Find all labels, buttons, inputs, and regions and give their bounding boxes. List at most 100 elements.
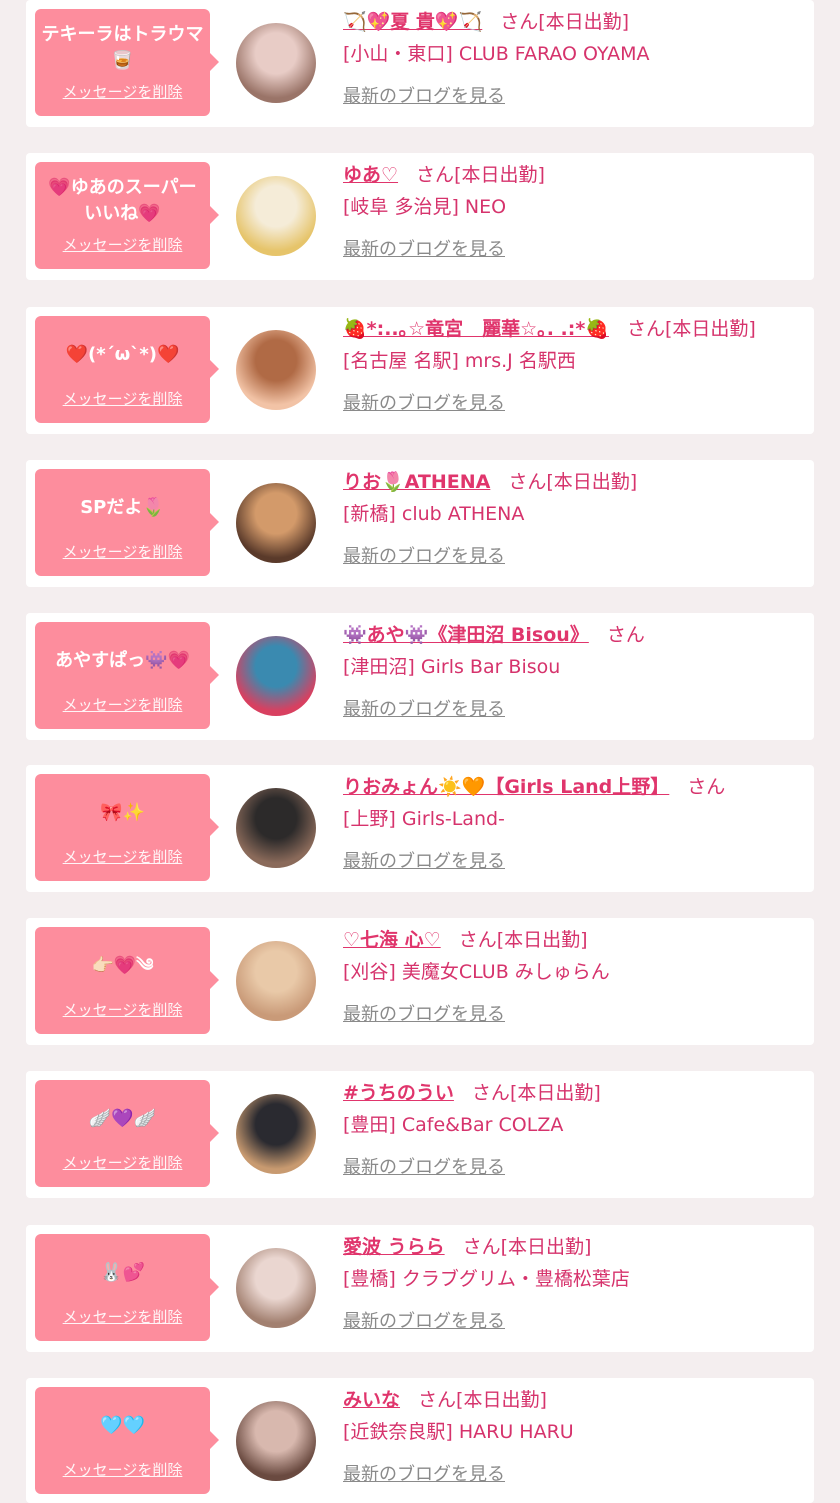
shop-line: [刈谷] 美魔女CLUB みしゅらん xyxy=(343,958,804,986)
view-latest-blog-link[interactable]: 最新のブログを見る xyxy=(343,389,505,415)
message-card: 👉🏻💗༄ メッセージを削除 ♡七海 心♡ さん[本日出勤] [刈谷] 美魔女CLU… xyxy=(26,918,814,1045)
sender-info: みいな さん[本日出勤] [近鉄奈良駅] HARU HARU 最新のブログを見る xyxy=(343,1386,804,1486)
delete-message-link[interactable]: メッセージを削除 xyxy=(41,1152,204,1173)
avatar[interactable] xyxy=(236,1094,316,1174)
delete-message-link[interactable]: メッセージを削除 xyxy=(41,694,204,715)
view-latest-blog-link[interactable]: 最新のブログを見る xyxy=(343,695,505,721)
view-latest-blog-link[interactable]: 最新のブログを見る xyxy=(343,542,505,568)
honorific: さん xyxy=(462,1236,501,1258)
view-latest-blog-link[interactable]: 最新のブログを見る xyxy=(343,82,505,108)
avatar[interactable] xyxy=(236,176,316,256)
shop-line: [岐阜 多治見] NEO xyxy=(343,193,804,221)
avatar[interactable] xyxy=(236,1248,316,1328)
shop-area: [津田沼] xyxy=(343,656,415,678)
shop-area: [上野] xyxy=(343,808,396,830)
sender-info: #うちのうい さん[本日出勤] [豊田] Cafe&Bar COLZA 最新のブロ… xyxy=(343,1079,804,1179)
sender-info: 愛波 うらら さん[本日出勤] [豊橋] クラブグリム・豊橋松葉店 最新のブログを… xyxy=(343,1233,804,1333)
status-badge: [本日出勤] xyxy=(500,1236,592,1258)
honorific: さん xyxy=(418,1389,457,1411)
message-text: あやすぱっ👾💗 xyxy=(55,650,190,671)
shop-name: club ATHENA xyxy=(401,503,525,525)
sender-name-link[interactable]: ♡七海 心♡ xyxy=(343,929,441,951)
view-latest-blog-link[interactable]: 最新のブログを見る xyxy=(343,235,505,261)
shop-area: [刈谷] xyxy=(343,961,396,983)
sender-info: 👾あや👾《津田沼 Bisou》 さん [津田沼] Girls Bar Bisou … xyxy=(343,621,804,721)
avatar[interactable] xyxy=(236,330,316,410)
sender-name-link[interactable]: #うちのうい xyxy=(343,1082,454,1104)
sender-info: ゆあ♡ さん[本日出勤] [岐阜 多治見] NEO 最新のブログを見る xyxy=(343,161,804,261)
shop-area: [新橋] xyxy=(343,503,396,525)
avatar[interactable] xyxy=(236,941,316,1021)
shop-name: Girls Bar Bisou xyxy=(420,656,561,678)
message-card: ❤️(*´ω`*)❤️ メッセージを削除 🍓*:..｡☆竜宮 麗華☆｡. .:*… xyxy=(26,307,814,434)
delete-message-link[interactable]: メッセージを削除 xyxy=(41,846,204,867)
shop-line: [名古屋 名駅] mrs.J 名駅西 xyxy=(343,347,804,375)
shop-name: 美魔女CLUB みしゅらん xyxy=(401,961,610,983)
message-card: 🪽💜🪽 メッセージを削除 #うちのうい さん[本日出勤] [豊田] Cafe&Ba… xyxy=(26,1071,814,1198)
delete-message-link[interactable]: メッセージを削除 xyxy=(41,234,204,255)
view-latest-blog-link[interactable]: 最新のブログを見る xyxy=(343,1460,505,1486)
shop-line: [津田沼] Girls Bar Bisou xyxy=(343,653,804,681)
avatar-photo-icon xyxy=(236,176,316,256)
honorific: さん xyxy=(416,164,455,186)
message-card: 🩵🩵 メッセージを削除 みいな さん[本日出勤] [近鉄奈良駅] HARU HAR… xyxy=(26,1378,814,1503)
sender-name-link[interactable]: 🍓*:..｡☆竜宮 麗華☆｡. .:*🍓 xyxy=(343,318,609,340)
avatar[interactable] xyxy=(236,483,316,563)
honorific: さん xyxy=(687,776,726,798)
delete-message-link[interactable]: メッセージを削除 xyxy=(41,999,204,1020)
sender-name-line: りお🌷ATHENA さん[本日出勤] xyxy=(343,468,804,496)
sender-name-link[interactable]: みいな xyxy=(343,1389,400,1411)
message-text: 👉🏻💗༄ xyxy=(91,955,154,976)
shop-area: [豊田] xyxy=(343,1114,396,1136)
status-badge: [本日出勤] xyxy=(509,1082,601,1104)
avatar[interactable] xyxy=(236,788,316,868)
status-badge: [本日出勤] xyxy=(538,11,630,33)
delete-message-link[interactable]: メッセージを削除 xyxy=(41,81,204,102)
sender-name-link[interactable]: ゆあ♡ xyxy=(343,164,398,186)
sender-name-link[interactable]: りお🌷ATHENA xyxy=(343,471,490,493)
avatar[interactable] xyxy=(236,23,316,103)
avatar-photo-icon xyxy=(236,788,316,868)
message-text: 🪽💜🪽 xyxy=(88,1108,157,1129)
shop-line: [豊田] Cafe&Bar COLZA xyxy=(343,1111,804,1139)
view-latest-blog-link[interactable]: 最新のブログを見る xyxy=(343,847,505,873)
shop-name: CLUB FARAO OYAMA xyxy=(458,43,650,65)
sender-name-link[interactable]: 🏹💖夏 貴💖🏹 xyxy=(343,11,482,33)
message-bubble: 🎀✨ メッセージを削除 xyxy=(35,774,219,881)
sender-info: 🏹💖夏 貴💖🏹 さん[本日出勤] [小山・東口] CLUB FARAO OYAMA… xyxy=(343,8,804,108)
delete-message-link[interactable]: メッセージを削除 xyxy=(41,541,204,562)
sender-name-link[interactable]: 愛波 うらら xyxy=(343,1236,445,1258)
avatar[interactable] xyxy=(236,636,316,716)
message-bubble: ❤️(*´ω`*)❤️ メッセージを削除 xyxy=(35,316,219,423)
honorific: さん xyxy=(458,929,497,951)
shop-area: [名古屋 名駅] xyxy=(343,350,459,372)
view-latest-blog-link[interactable]: 最新のブログを見る xyxy=(343,1153,505,1179)
shop-name: Cafe&Bar COLZA xyxy=(401,1114,564,1136)
message-text: ❤️(*´ω`*)❤️ xyxy=(65,344,180,365)
honorific: さん xyxy=(508,471,547,493)
message-bubble: 🐰💕 メッセージを削除 xyxy=(35,1234,219,1341)
honorific: さん xyxy=(500,11,539,33)
message-card: 🐰💕 メッセージを削除 愛波 うらら さん[本日出勤] [豊橋] クラブグリム・豊… xyxy=(26,1225,814,1352)
sender-name-line: 🏹💖夏 貴💖🏹 さん[本日出勤] xyxy=(343,8,804,36)
sender-name-link[interactable]: りおみょん☀️🧡【Girls Land上野】 xyxy=(343,776,669,798)
view-latest-blog-link[interactable]: 最新のブログを見る xyxy=(343,1000,505,1026)
sender-name-link[interactable]: 👾あや👾《津田沼 Bisou》 xyxy=(343,624,589,646)
delete-message-link[interactable]: メッセージを削除 xyxy=(41,388,204,409)
status-badge: [本日出勤] xyxy=(546,471,638,493)
status-badge: [本日出勤] xyxy=(496,929,588,951)
sender-info: りお🌷ATHENA さん[本日出勤] [新橋] club ATHENA 最新のブロ… xyxy=(343,468,804,568)
avatar-photo-icon xyxy=(236,23,316,103)
sender-name-line: #うちのうい さん[本日出勤] xyxy=(343,1079,804,1107)
sender-info: ♡七海 心♡ さん[本日出勤] [刈谷] 美魔女CLUB みしゅらん 最新のブログ… xyxy=(343,926,804,1026)
delete-message-link[interactable]: メッセージを削除 xyxy=(41,1306,204,1327)
avatar[interactable] xyxy=(236,1401,316,1481)
sender-info: りおみょん☀️🧡【Girls Land上野】 さん [上野] Girls-Land… xyxy=(343,773,804,873)
message-text: 🎀✨ xyxy=(100,802,145,823)
shop-name: クラブグリム・豊橋松葉店 xyxy=(401,1268,630,1290)
sender-name-line: 👾あや👾《津田沼 Bisou》 さん xyxy=(343,621,804,649)
delete-message-link[interactable]: メッセージを削除 xyxy=(41,1459,204,1480)
view-latest-blog-link[interactable]: 最新のブログを見る xyxy=(343,1307,505,1333)
message-bubble: テキーラはトラウマ🥃 メッセージを削除 xyxy=(35,9,219,116)
status-badge: [本日出勤] xyxy=(454,164,545,186)
